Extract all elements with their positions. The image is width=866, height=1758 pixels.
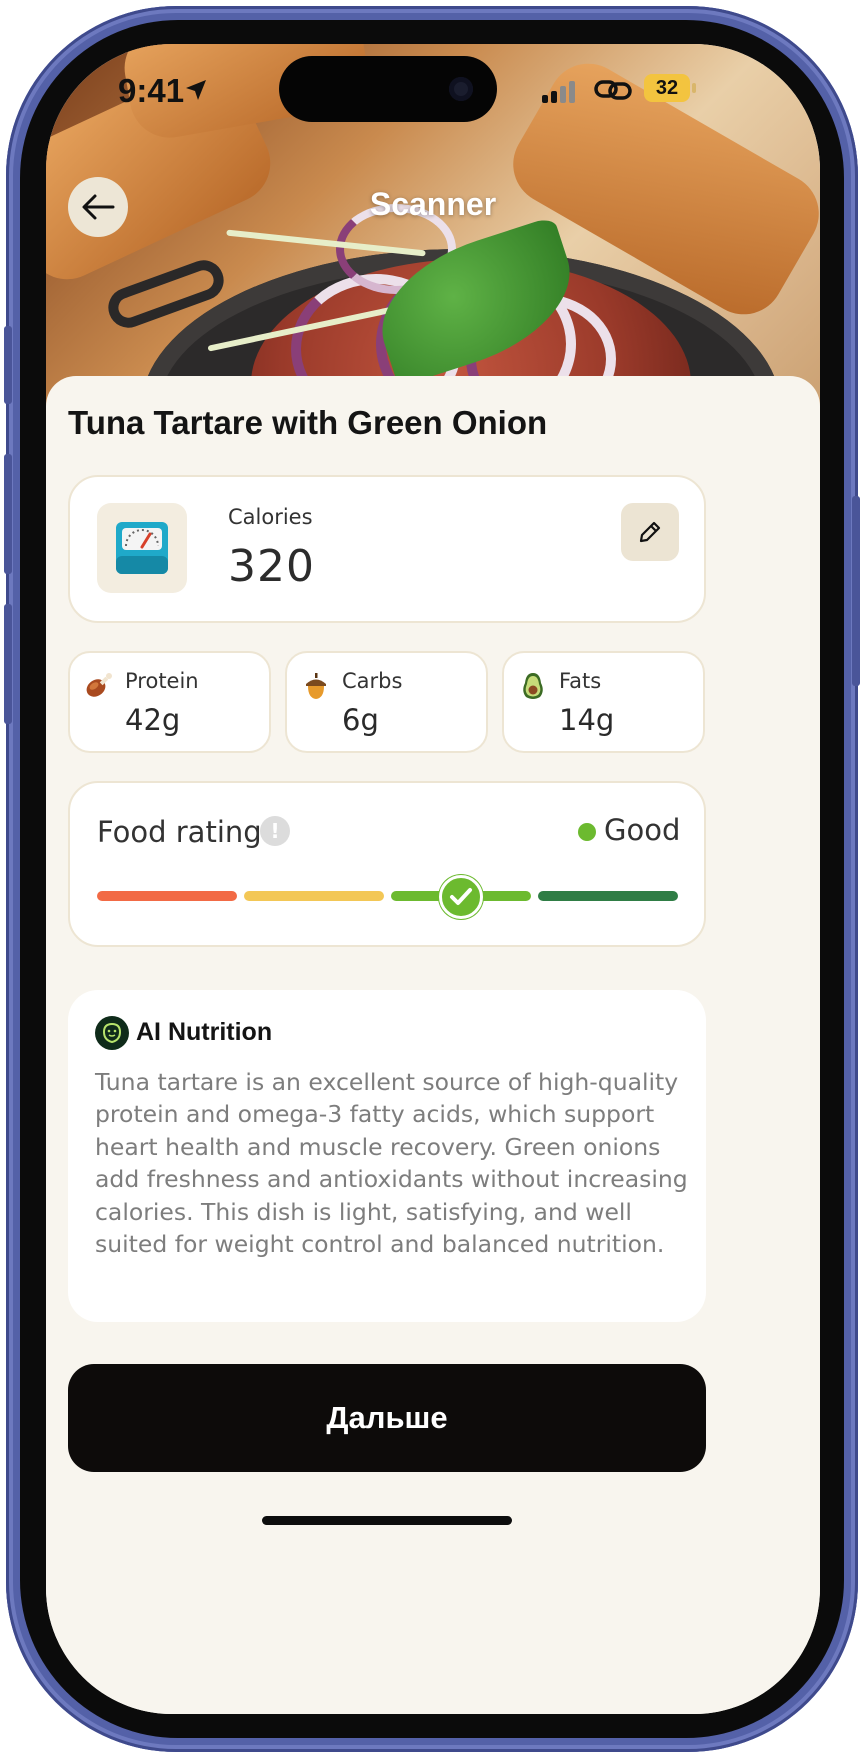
pencil-icon <box>639 521 661 543</box>
rating-value: Good <box>604 813 681 847</box>
food-rating-card: Food rating ! Good <box>68 781 706 947</box>
rating-bar-poor <box>97 891 237 901</box>
fats-label: Fats <box>559 669 602 693</box>
fats-card: Fats 14g <box>502 651 705 753</box>
side-button <box>4 326 12 404</box>
home-indicator <box>262 1516 512 1525</box>
calories-label: Calories <box>228 505 313 529</box>
check-icon <box>450 888 472 905</box>
ai-nutrition-title: AI Nutrition <box>136 1018 273 1046</box>
protein-card: Protein 42g <box>68 651 271 753</box>
calories-card: Calories 320 <box>68 475 706 623</box>
app-screen: 9:41 32 Scanner Tuna Tartare with Green … <box>46 44 820 1714</box>
screen-title: Scanner <box>369 186 497 222</box>
dynamic-island <box>279 56 497 122</box>
rating-bar-excellent <box>538 891 678 901</box>
carbs-card: Carbs 6g <box>285 651 488 753</box>
rating-marker <box>439 875 483 919</box>
ai-assistant-icon <box>95 1016 129 1050</box>
volume-down-button <box>4 604 12 724</box>
calories-value: 320 <box>228 541 315 592</box>
dish-title: Tuna Tartare with Green Onion <box>68 404 548 441</box>
fats-value: 14g <box>559 703 615 737</box>
avocado-icon <box>523 673 543 699</box>
info-icon[interactable]: ! <box>260 816 290 846</box>
scale-icon <box>116 522 168 574</box>
battery-indicator: 32 <box>644 74 690 102</box>
result-sheet: Tuna Tartare with Green Onion Calories 3… <box>46 376 820 1714</box>
volume-up-button <box>4 454 12 574</box>
carbs-value: 6g <box>342 703 379 737</box>
calories-icon-box <box>97 503 187 593</box>
power-button <box>852 496 860 686</box>
location-arrow-icon <box>186 80 206 100</box>
rating-bar-fair <box>244 891 384 901</box>
protein-label: Protein <box>125 669 199 693</box>
status-time: 9:41 <box>118 72 185 109</box>
food-rating-label: Food rating <box>97 815 262 849</box>
ai-nutrition-text: Tuna tartare is an excellent source of h… <box>95 1068 688 1259</box>
battery-cap <box>692 83 696 93</box>
continue-button[interactable]: Дальше <box>68 1364 706 1472</box>
rating-status-dot <box>578 823 596 841</box>
cellular-signal-icon <box>542 81 582 103</box>
carbs-label: Carbs <box>342 669 403 693</box>
acorn-icon <box>306 673 326 699</box>
protein-value: 42g <box>125 703 181 737</box>
drumstick-icon <box>86 673 112 697</box>
ai-nutrition-card: AI Nutrition Tuna tartare is an excellen… <box>68 990 706 1322</box>
link-icon <box>594 80 632 100</box>
edit-calories-button[interactable] <box>621 503 679 561</box>
